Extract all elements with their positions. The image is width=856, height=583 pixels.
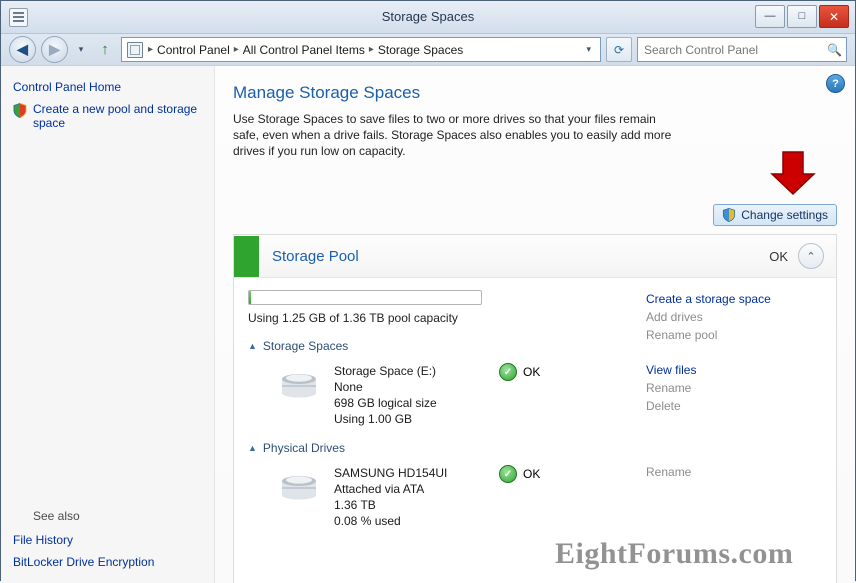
physical-drive-info: SAMSUNG HD154UI Attached via ATA 1.36 TB… <box>324 465 447 529</box>
physical-drive-attached: Attached via ATA <box>334 482 425 496</box>
sidebar-see-also: See also File History BitLocker Drive En… <box>1 505 214 573</box>
shield-icon <box>13 103 27 118</box>
control-panel-icon <box>127 41 143 58</box>
physical-drive-size: 1.36 TB <box>334 498 376 512</box>
check-circle-icon: ✓ <box>499 363 517 381</box>
close-button[interactable]: ✕ <box>819 5 849 28</box>
storage-pool-name: Storage Pool <box>272 247 359 265</box>
see-also-heading: See also <box>33 509 80 523</box>
back-button[interactable]: ◀ <box>9 36 36 63</box>
chevron-up-icon-drives[interactable]: ▲ <box>248 443 257 453</box>
physical-drive-actions: Rename <box>646 463 836 481</box>
delete-space-link[interactable]: Delete <box>646 397 836 415</box>
page-title: Manage Storage Spaces <box>233 83 421 102</box>
watermark: EightForums.com <box>555 537 794 570</box>
storage-space-status-label: OK <box>523 365 541 379</box>
rename-drive-link[interactable]: Rename <box>646 463 836 481</box>
minimize-button[interactable]: — <box>755 5 785 28</box>
breadcrumb-separator-2[interactable]: ▸ <box>368 44 375 55</box>
breadcrumb-item-1[interactable]: All Control Panel Items <box>240 41 368 59</box>
address-bar: ◀ ▶ ▾ ↑ ▸ Control Panel ▸ All Control Pa… <box>1 34 855 65</box>
search-icon[interactable]: 🔍 <box>827 43 842 57</box>
window-title: Storage Spaces <box>381 9 475 24</box>
sidebar-item-control-panel-home[interactable]: Control Panel Home <box>1 66 214 98</box>
up-button[interactable]: ↑ <box>94 39 116 61</box>
pool-color-swatch <box>234 235 259 277</box>
physical-drive-icon <box>274 465 324 505</box>
create-storage-space-link[interactable]: Create a storage space <box>646 290 836 308</box>
red-arrow-annotation <box>770 151 816 196</box>
breadcrumb-separator-0[interactable]: ▸ <box>147 44 154 55</box>
view-files-link[interactable]: View files <box>646 361 836 379</box>
pool-capacity-bar <box>248 290 482 305</box>
storage-space-status: ✓ OK <box>499 363 540 381</box>
breadcrumb-separator-1[interactable]: ▸ <box>233 44 240 55</box>
storage-space-actions: View files Rename Delete <box>646 361 836 415</box>
refresh-icon[interactable]: ⟳ <box>606 37 632 62</box>
uac-shield-icon <box>722 208 736 222</box>
storage-spaces-window: Storage Spaces — □ ✕ ◀ ▶ ▾ ↑ ▸ Control P… <box>0 0 856 583</box>
sidebar: Control Panel Home Create a new pool and… <box>1 66 215 583</box>
physical-drive-status: ✓ OK <box>499 465 540 483</box>
main-panel: ? Manage Storage Spaces Use Storage Spac… <box>215 66 855 583</box>
storage-space-info: Storage Space (E:) None 698 GB logical s… <box>324 363 437 427</box>
add-drives-link[interactable]: Add drives <box>646 308 836 326</box>
window-controls: — □ ✕ <box>755 5 849 28</box>
physical-drives-heading: Physical Drives <box>262 441 345 455</box>
rename-space-link[interactable]: Rename <box>646 379 836 397</box>
storage-pool-status: OK <box>769 248 788 264</box>
storage-pool-panel: Storage Pool OK ⌃ Using 1.25 GB of 1.36 … <box>233 234 837 583</box>
search-box[interactable]: 🔍 <box>637 37 847 62</box>
physical-drive-status-label: OK <box>523 467 541 481</box>
maximize-button[interactable]: □ <box>787 5 817 28</box>
search-input[interactable] <box>642 41 828 58</box>
physical-drive-used: 0.08 % used <box>334 514 401 528</box>
pool-capacity-text: Using 1.25 GB of 1.36 TB pool capacity <box>248 311 458 325</box>
breadcrumb-item-2[interactable]: Storage Spaces <box>375 41 466 59</box>
rename-pool-link[interactable]: Rename pool <box>646 326 836 344</box>
change-settings-label: Change settings <box>741 208 828 222</box>
chevron-up-icon-spaces[interactable]: ▲ <box>248 341 257 351</box>
forward-button[interactable]: ▶ <box>41 36 68 63</box>
check-circle-icon-drive: ✓ <box>499 465 517 483</box>
storage-pool-body: Using 1.25 GB of 1.36 TB pool capacity C… <box>234 278 836 529</box>
physical-drive-row: SAMSUNG HD154UI Attached via ATA 1.36 TB… <box>234 455 836 529</box>
pool-capacity-fill <box>249 291 252 304</box>
sidebar-item-create-pool-label: Create a new pool and storage space <box>33 102 198 130</box>
sidebar-item-file-history[interactable]: File History <box>1 529 214 551</box>
change-settings-button[interactable]: Change settings <box>713 204 837 226</box>
drive-icon <box>274 363 324 403</box>
chevron-up-icon[interactable]: ⌃ <box>798 243 824 269</box>
chevron-down-icon[interactable]: ▾ <box>579 44 598 55</box>
content-area: Control Panel Home Create a new pool and… <box>1 65 855 583</box>
sidebar-item-bitlocker[interactable]: BitLocker Drive Encryption <box>1 551 214 573</box>
pool-actions: Create a storage space Add drives Rename… <box>646 290 836 344</box>
physical-drive-name: SAMSUNG HD154UI <box>334 466 448 480</box>
storage-space-name: Storage Space (E:) <box>334 364 437 378</box>
storage-space-size: 698 GB logical size <box>334 396 437 410</box>
storage-spaces-heading: Storage Spaces <box>262 339 349 353</box>
breadcrumb-item-0[interactable]: Control Panel <box>154 41 233 59</box>
title-bar: Storage Spaces — □ ✕ <box>1 1 855 34</box>
storage-pool-header: Storage Pool OK ⌃ <box>234 235 836 278</box>
help-icon[interactable]: ? <box>826 74 845 93</box>
recent-locations-icon[interactable]: ▾ <box>73 37 89 62</box>
physical-drives-section-header[interactable]: ▲ Physical Drives <box>234 427 836 455</box>
storage-space-row: Storage Space (E:) None 698 GB logical s… <box>234 353 836 427</box>
storage-space-used: Using 1.00 GB <box>334 412 413 426</box>
page-description: Use Storage Spaces to save files to two … <box>233 112 672 158</box>
pool-capacity-left: Using 1.25 GB of 1.36 TB pool capacity <box>234 290 482 325</box>
storage-space-resiliency: None <box>334 380 363 394</box>
breadcrumb[interactable]: ▸ Control Panel ▸ All Control Panel Item… <box>121 37 601 62</box>
sidebar-item-create-pool[interactable]: Create a new pool and storage space <box>1 98 214 134</box>
